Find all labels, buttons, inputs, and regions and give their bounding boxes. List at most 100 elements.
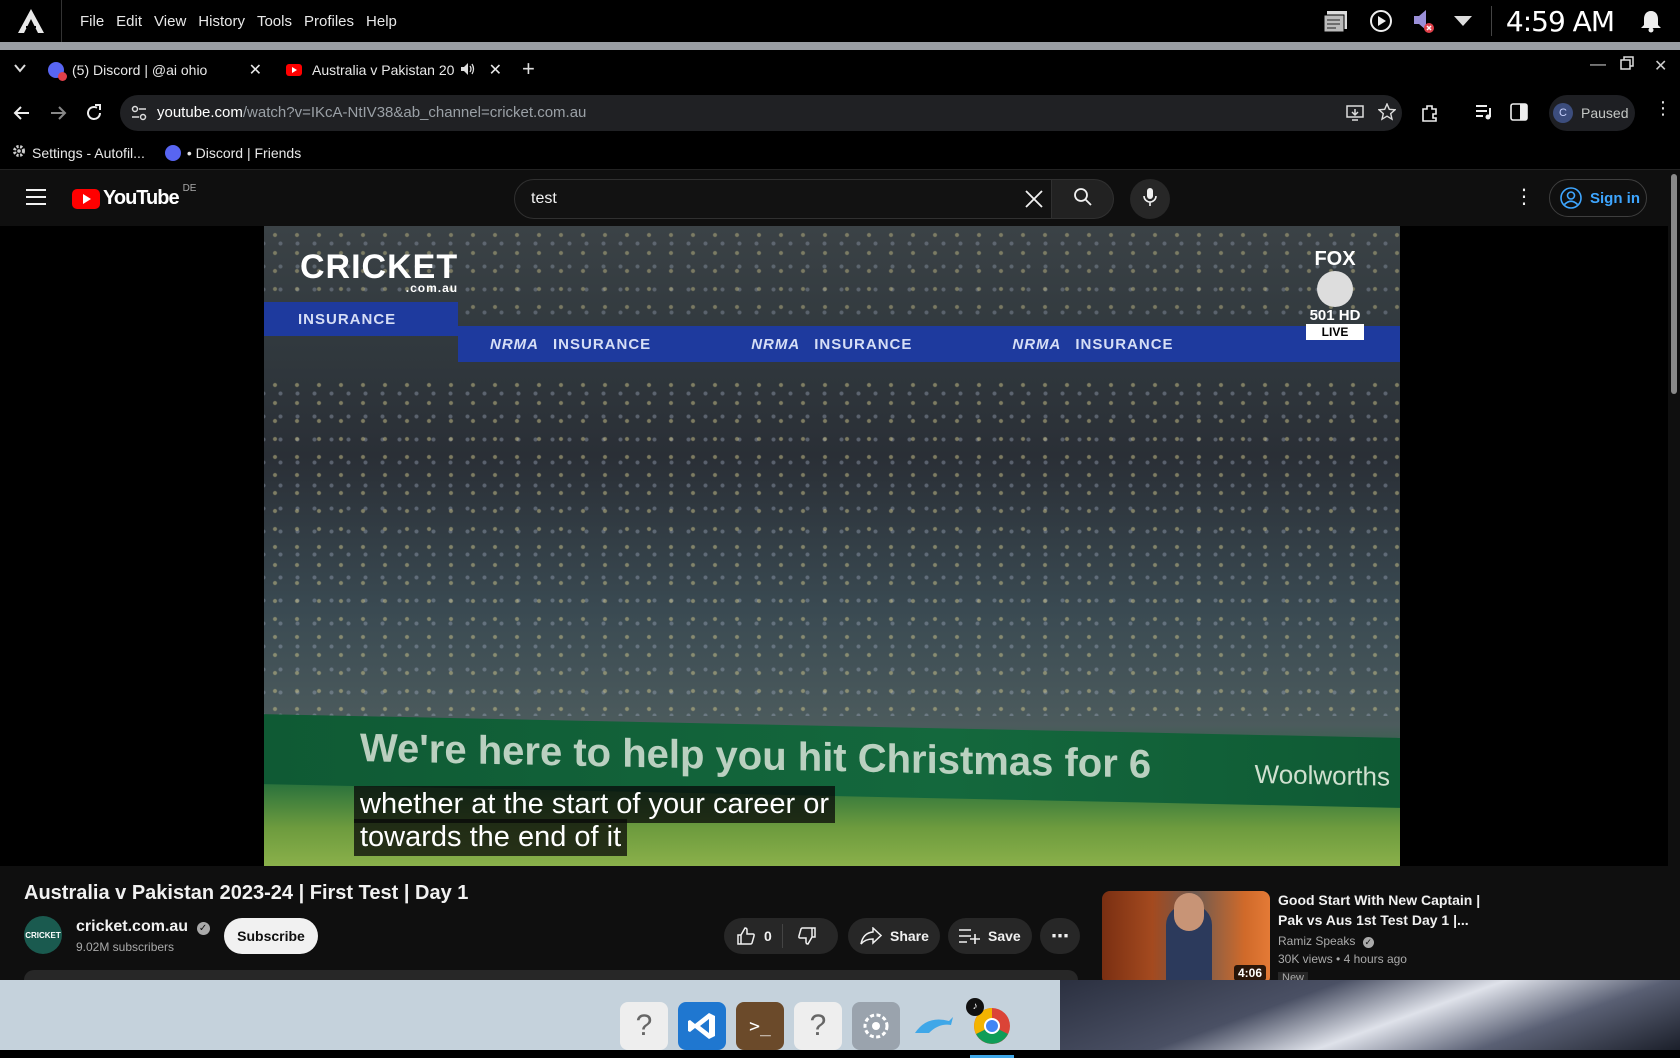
site-settings-icon[interactable] — [130, 104, 148, 127]
menu-profiles[interactable]: Profiles — [304, 13, 354, 30]
youtube-logo-icon — [72, 188, 100, 209]
close-tab-icon[interactable]: ✕ — [249, 60, 262, 80]
youtube-header: YouTube DE test ⋮ Sign in — [0, 170, 1668, 226]
media-controls-icon[interactable] — [1474, 103, 1494, 126]
tab-discord[interactable]: (5) Discord | @ai ohio ✕ — [48, 54, 262, 86]
menu-help[interactable]: Help — [366, 13, 397, 30]
menu-view[interactable]: View — [154, 13, 186, 30]
tab-strip: (5) Discord | @ai ohio ✕ Australia v Pak… — [0, 50, 1680, 90]
tab-label: Australia v Pakistan 20 — [312, 62, 455, 78]
search-query: test — [531, 190, 557, 207]
thumbs-down-icon — [797, 926, 817, 946]
notes-icon[interactable] — [1323, 9, 1351, 33]
save-label: Save — [988, 928, 1021, 944]
view-count: 30K views — [1278, 952, 1333, 966]
thumbs-up-icon — [736, 926, 756, 946]
terminal-icon[interactable]: >_ — [736, 1002, 784, 1050]
like-button[interactable]: 0 — [724, 924, 783, 948]
hamburger-menu-icon[interactable] — [26, 189, 46, 210]
chrome-icon[interactable]: ♪ — [966, 998, 1016, 1058]
recommended-channel[interactable]: Ramiz Speaks ✓ — [1278, 934, 1374, 948]
discord-favicon-icon — [48, 62, 67, 81]
video-title: Australia v Pakistan 2023-24 | First Tes… — [24, 882, 469, 904]
insurance-banner-main: NRMA INSURANCE NRMA INSURANCE NRMA INSUR… — [458, 326, 1400, 362]
fox-channel-text: 501 HD — [1309, 307, 1361, 324]
subscribe-button[interactable]: Subscribe — [224, 918, 318, 954]
scrollbar-thumb[interactable] — [1671, 174, 1677, 394]
video-info-section: Australia v Pakistan 2023-24 | First Tes… — [0, 866, 1668, 990]
more-actions-icon[interactable]: ⋯ — [1040, 918, 1080, 954]
clock[interactable]: 4:59 AM — [1506, 5, 1615, 38]
side-panel-icon[interactable] — [1510, 103, 1528, 126]
app-logo-icon[interactable] — [0, 0, 62, 42]
back-icon[interactable] — [12, 103, 32, 128]
restore-icon[interactable] — [1620, 56, 1634, 75]
fox-logo-text: FOX — [1314, 248, 1356, 270]
cricket-logo: CRICKET .com.au — [300, 248, 458, 295]
share-label: Share — [890, 928, 929, 944]
sign-in-label: Sign in — [1590, 189, 1640, 207]
extensions-icon[interactable] — [1420, 103, 1440, 128]
menu-history[interactable]: History — [198, 13, 245, 30]
url-text[interactable]: youtube.com/watch?v=IKcA-NtIV38&ab_chann… — [157, 104, 586, 121]
vscode-icon[interactable] — [678, 1002, 726, 1050]
share-icon — [860, 927, 882, 945]
gear-icon — [12, 144, 26, 161]
unknown-app-icon[interactable]: ? — [794, 1002, 842, 1050]
install-app-icon[interactable] — [1346, 104, 1364, 127]
minimize-icon[interactable]: — — [1590, 56, 1606, 74]
insurance-banner-left: INSURANCE — [264, 302, 458, 336]
address-bar[interactable]: youtube.com/watch?v=IKcA-NtIV38&ab_chann… — [120, 95, 1402, 131]
volume-muted-icon[interactable] — [1411, 8, 1435, 34]
tab-youtube[interactable]: Australia v Pakistan 20 ✕ — [286, 54, 502, 86]
recommended-video-title[interactable]: Good Start With New Captain | Pak vs Aus… — [1278, 890, 1488, 930]
search-button[interactable] — [1052, 179, 1114, 219]
sign-in-button[interactable]: Sign in — [1549, 179, 1647, 217]
banner-text: INSURANCE — [553, 335, 652, 353]
search-input[interactable]: test — [514, 179, 1052, 219]
page-scrollbar[interactable] — [1668, 170, 1680, 980]
audio-playing-icon[interactable] — [460, 62, 476, 79]
recommended-video-meta: 30K views • 4 hours ago — [1278, 952, 1407, 966]
settings-dots-icon[interactable]: ⋮ — [1514, 184, 1534, 209]
recommended-channel-name: Ramiz Speaks — [1278, 934, 1356, 948]
media-play-icon[interactable] — [1369, 9, 1393, 33]
verified-icon: ✓ — [1362, 937, 1374, 948]
clear-search-icon[interactable] — [1025, 190, 1043, 213]
unknown-app-icon[interactable]: ? — [620, 1002, 668, 1050]
browser-menu-icon[interactable]: ⋮ — [1654, 98, 1672, 119]
new-tab-icon[interactable]: + — [522, 56, 535, 82]
reload-icon[interactable] — [84, 103, 104, 128]
channel-name[interactable]: cricket.com.au ✓ — [76, 918, 210, 936]
profile-button[interactable]: C Paused — [1549, 95, 1635, 131]
subtitle-line-2: towards the end of it — [354, 819, 628, 856]
menu-tools[interactable]: Tools — [257, 13, 292, 30]
video-player[interactable]: INSURANCE NRMA INSURANCE NRMA INSURANCE … — [264, 226, 1400, 866]
adboard-brand: Woolworths — [1254, 758, 1390, 792]
tab-search-chevron-icon[interactable] — [14, 60, 26, 78]
voice-search-button[interactable] — [1130, 179, 1170, 219]
save-button[interactable]: Save — [948, 918, 1032, 954]
close-window-icon[interactable]: ✕ — [1654, 56, 1667, 76]
banner-text: INSURANCE — [298, 310, 397, 328]
recommended-video-thumbnail[interactable]: 4:06 — [1102, 891, 1270, 985]
meta-separator: • — [1336, 952, 1344, 966]
youtube-logo[interactable]: YouTube DE — [72, 183, 196, 210]
menu-file[interactable]: File — [80, 13, 104, 30]
fox-sports-logo: FOX 501 HD LIVE — [1306, 248, 1364, 340]
bookmark-settings[interactable]: Settings - Autofil... — [12, 144, 145, 161]
dolphin-file-manager-icon[interactable] — [910, 1002, 958, 1050]
system-settings-icon[interactable] — [852, 1002, 900, 1050]
channel-avatar[interactable]: CRICKET — [24, 916, 62, 954]
url-domain: youtube.com — [157, 104, 243, 121]
dislike-button[interactable] — [783, 926, 831, 946]
notification-bell-icon[interactable] — [1640, 9, 1662, 33]
share-button[interactable]: Share — [848, 918, 940, 954]
url-path: /watch?v=IKcA-NtIV38&ab_channel=cricket.… — [242, 104, 587, 121]
menu-edit[interactable]: Edit — [116, 13, 142, 30]
close-tab-icon[interactable]: ✕ — [489, 60, 502, 80]
bookmark-star-icon[interactable] — [1377, 102, 1397, 126]
bookmark-discord[interactable]: • Discord | Friends — [164, 144, 301, 161]
dropdown-arrow-icon[interactable] — [1453, 14, 1473, 28]
forward-icon[interactable] — [48, 103, 68, 128]
